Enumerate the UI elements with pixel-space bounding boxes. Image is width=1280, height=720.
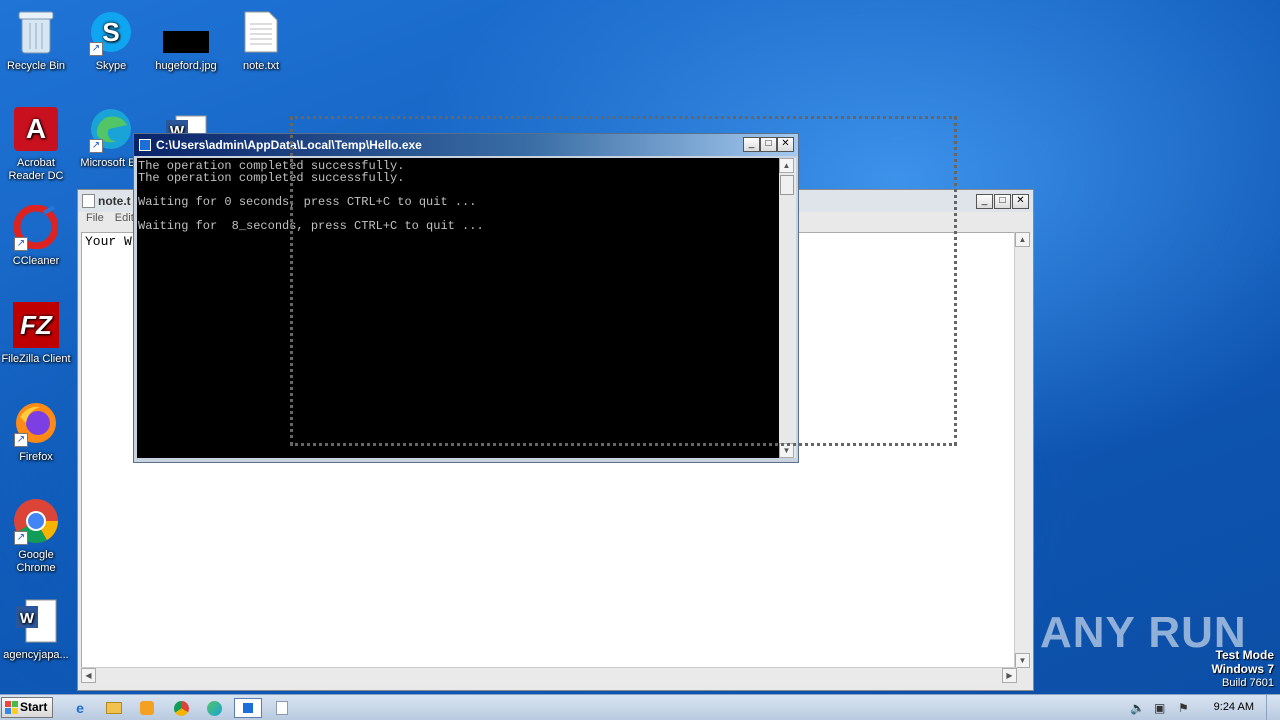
taskbar-notepad-icon[interactable] — [268, 698, 296, 718]
notepad-vertical-scrollbar[interactable]: ▲ ▼ — [1014, 232, 1031, 668]
scroll-up-arrow-icon[interactable]: ▲ — [1015, 232, 1030, 247]
scroll-down-arrow-icon[interactable]: ▼ — [1015, 653, 1030, 668]
taskbar-ie-icon[interactable]: e — [66, 698, 94, 718]
desktop-icon-label: agencyjapa... — [3, 649, 69, 661]
test-mode-info: Test Mode Windows 7 Build 7601 — [1211, 648, 1274, 690]
scroll-right-arrow-icon[interactable]: ▶ — [1002, 668, 1017, 683]
ccleaner-icon: ↗ — [12, 203, 60, 251]
desktop-icon-filezilla[interactable]: FZ FileZilla Client — [0, 301, 74, 366]
start-button[interactable]: Start — [1, 697, 53, 718]
desktop-icon-label: CCleaner — [12, 255, 60, 267]
os-label: Windows 7 — [1211, 662, 1274, 676]
minimize-button[interactable]: _ — [976, 194, 993, 209]
shortcut-arrow-icon: ↗ — [14, 531, 28, 545]
desktop-icon-ccleaner[interactable]: ↗ CCleaner — [0, 203, 74, 268]
show-desktop-button[interactable] — [1266, 695, 1280, 720]
notepad-title: note.t — [98, 194, 131, 208]
menu-file[interactable]: File — [86, 212, 104, 224]
shortcut-arrow-icon: ↗ — [89, 42, 103, 56]
system-tray: 🔈 ▣ ⚑ 9:24 AM — [1120, 695, 1280, 720]
taskbar-console-icon[interactable] — [234, 698, 262, 718]
notepad-horizontal-scrollbar[interactable]: ◀ ▶ — [81, 667, 1017, 684]
windows-flag-icon — [5, 701, 18, 714]
build-label: Build 7601 — [1222, 677, 1274, 689]
clock[interactable]: 9:24 AM — [1214, 701, 1254, 713]
skype-icon: S ↗ — [87, 8, 135, 56]
speaker-icon[interactable]: 🔈 — [1130, 701, 1145, 715]
taskbar-media-player-icon[interactable] — [133, 698, 161, 718]
desktop-icon-label: Firefox — [19, 451, 53, 463]
notepad-menubar: File Edit — [82, 212, 138, 230]
taskbar-edge-icon[interactable] — [200, 698, 228, 718]
console-icon — [139, 139, 151, 151]
window-drag-outline — [290, 116, 957, 446]
recycle-bin-icon — [12, 8, 60, 56]
shortcut-arrow-icon: ↗ — [14, 433, 28, 447]
network-icon[interactable]: ▣ — [1154, 701, 1165, 715]
desktop-icon-label: note.txt — [242, 60, 280, 72]
shortcut-arrow-icon: ↗ — [14, 237, 28, 251]
taskbar-chrome-icon[interactable] — [167, 698, 195, 718]
test-mode-label: Test Mode — [1215, 648, 1274, 662]
desktop-icon-label: Google Chrome — [16, 549, 56, 574]
image-file-icon — [162, 8, 210, 56]
desktop-icon-label: Skype — [95, 60, 127, 72]
filezilla-icon: FZ — [12, 301, 60, 349]
menu-edit[interactable]: Edit — [115, 212, 134, 224]
desktop-icon-note-txt[interactable]: note.txt — [223, 8, 299, 73]
chrome-icon: ↗ — [12, 497, 60, 545]
desktop-icon-hugeford[interactable]: hugeford.jpg — [148, 8, 224, 73]
desktop-icon-recycle-bin[interactable]: Recycle Bin — [0, 8, 74, 73]
desktop-icon-chrome[interactable]: ↗ Google Chrome — [0, 497, 74, 575]
shortcut-arrow-icon: ↗ — [89, 139, 103, 153]
maximize-button[interactable]: □ — [994, 194, 1011, 209]
firefox-icon: ↗ — [12, 399, 60, 447]
desktop-icon-firefox[interactable]: ↗ Firefox — [0, 399, 74, 464]
scroll-left-arrow-icon[interactable]: ◀ — [81, 668, 96, 683]
notepad-icon — [82, 194, 95, 208]
desktop-icon-label: hugeford.jpg — [155, 60, 217, 72]
svg-text:W: W — [20, 610, 35, 627]
close-button[interactable]: ✕ — [1012, 194, 1029, 209]
text-file-icon — [237, 8, 285, 56]
desktop-icon-agencyjapa[interactable]: W agencyjapa... — [0, 597, 74, 662]
taskbar-explorer-icon[interactable] — [100, 698, 128, 718]
acrobat-icon: A — [12, 105, 60, 153]
svg-text:S: S — [102, 17, 119, 47]
desktop-icon-label: Recycle Bin — [6, 60, 66, 72]
desktop-icon-acrobat[interactable]: A Acrobat Reader DC — [0, 105, 74, 183]
desktop-icon-skype[interactable]: S ↗ Skype — [73, 8, 149, 73]
taskbar: Start e 🔈 ▣ ⚑ 9:24 AM — [0, 694, 1280, 720]
start-label: Start — [20, 700, 48, 714]
desktop-icon-label: FileZilla Client — [1, 353, 71, 365]
desktop-icon-label: Acrobat Reader DC — [8, 157, 64, 182]
flag-icon[interactable]: ⚑ — [1178, 701, 1189, 715]
word-doc-icon: W — [12, 597, 60, 645]
edge-icon: ↗ — [87, 105, 135, 153]
